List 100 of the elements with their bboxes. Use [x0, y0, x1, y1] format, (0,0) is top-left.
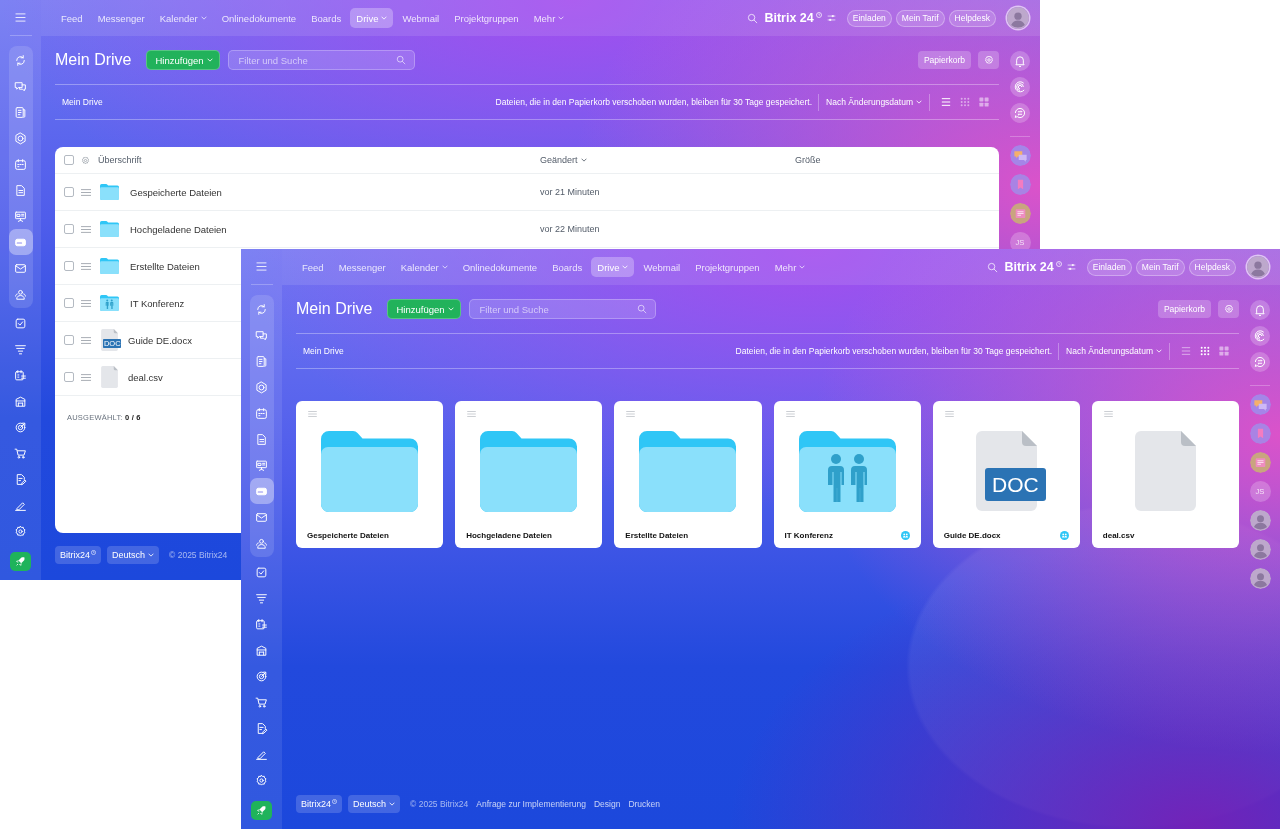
brand-button[interactable]: Bitrix24 [296, 795, 342, 813]
dots-grid-icon[interactable] [1200, 346, 1210, 356]
column-header[interactable]: Geändert [540, 155, 587, 165]
user-avatar-icon[interactable] [1247, 256, 1269, 278]
checkbox[interactable] [64, 261, 74, 271]
header-button[interactable]: Einladen [1086, 258, 1132, 276]
checkbox[interactable] [64, 372, 74, 382]
nav-tab[interactable]: Boards [546, 257, 589, 277]
file-card[interactable]: IT Konferenz [773, 401, 921, 548]
drag-handle-icon[interactable] [308, 411, 317, 417]
footer-link[interactable]: Drucken [628, 799, 661, 809]
breadcrumb[interactable]: Mein Drive [303, 346, 344, 356]
sliders-icon[interactable] [1066, 263, 1076, 271]
brand-button[interactable]: Bitrix24 [55, 546, 101, 564]
drag-handle-icon[interactable] [785, 411, 795, 417]
nav-tab[interactable]: Onlinedokumente [456, 257, 544, 277]
chat-bubbles-icon[interactable] [1249, 394, 1271, 415]
nav-tab[interactable]: Drive [350, 8, 394, 28]
user-avatar-icon[interactable] [1249, 539, 1271, 560]
search-icon[interactable] [987, 261, 999, 273]
nav-tab[interactable]: Feed [55, 8, 89, 28]
nav-tab[interactable]: Webmail [637, 257, 687, 277]
file-card[interactable]: deal.csv [1091, 401, 1239, 548]
sliders-icon[interactable] [826, 14, 836, 22]
list-view-icon[interactable] [1181, 346, 1191, 356]
header-button[interactable]: Mein Tarif [1135, 258, 1185, 276]
nav-tab[interactable]: Mehr [768, 257, 812, 277]
nav-tab[interactable]: Projektgruppen [448, 8, 525, 28]
header-button[interactable]: Einladen [846, 9, 892, 27]
file-card[interactable]: Erstellte Dateien [614, 401, 762, 548]
settings-button[interactable] [978, 51, 999, 69]
column-header[interactable]: Größe [795, 155, 821, 165]
file-card[interactable]: Gespeicherte Dateien [296, 401, 444, 548]
nav-tab[interactable]: Messenger [332, 257, 392, 277]
settings-icon[interactable] [81, 155, 90, 165]
sort-button[interactable]: Nach Änderungsdatum [1065, 346, 1163, 356]
bell-icon[interactable] [1250, 300, 1270, 320]
chat-bubbles-icon[interactable] [1009, 145, 1031, 166]
drag-handle-icon[interactable] [467, 411, 477, 417]
chat-sync-icon[interactable] [1250, 352, 1270, 372]
search-icon[interactable] [636, 304, 647, 314]
file-name[interactable]: Erstellte Dateien [130, 260, 200, 272]
nav-tab[interactable]: Kalender [153, 8, 213, 28]
menu-icon[interactable] [15, 13, 26, 22]
file-card[interactable]: Hochgeladene Dateien [455, 401, 603, 548]
drag-handle-icon[interactable] [626, 411, 636, 417]
column-header[interactable]: Überschrift [98, 155, 142, 165]
footer-link[interactable]: Design [593, 799, 621, 809]
file-name[interactable]: deal.csv [128, 371, 163, 383]
nav-tab[interactable]: Webmail [396, 8, 446, 28]
nav-tab[interactable]: Feed [296, 257, 330, 277]
dots-grid-icon[interactable] [960, 97, 970, 107]
trash-button[interactable]: Papierkorb [917, 51, 971, 69]
drag-handle-icon[interactable] [1103, 411, 1113, 417]
list-view-icon[interactable] [941, 97, 951, 107]
footer-link[interactable]: Anfrage zur Implementierung [476, 799, 586, 809]
drag-handle-icon[interactable] [81, 336, 91, 344]
checkbox[interactable] [64, 155, 74, 165]
checkbox[interactable] [64, 298, 74, 308]
nav-tab[interactable]: Onlinedokumente [215, 8, 303, 28]
chat-sync-icon[interactable] [1010, 103, 1030, 123]
checkbox[interactable] [64, 335, 74, 345]
user-avatar-icon[interactable] [1249, 568, 1271, 589]
drag-handle-icon[interactable] [81, 373, 91, 381]
file-card[interactable]: DOC Guide DE.docx [932, 401, 1080, 548]
file-name[interactable]: IT Konferenz [130, 297, 185, 309]
bell-icon[interactable] [1010, 51, 1030, 71]
sort-button[interactable]: Nach Änderungsdatum [825, 97, 923, 107]
spiral-icon[interactable] [1250, 326, 1270, 346]
drag-handle-icon[interactable] [81, 262, 91, 270]
settings-button[interactable] [1218, 300, 1239, 318]
add-button[interactable]: Hinzufügen [387, 299, 461, 319]
nav-tab[interactable]: Kalender [394, 257, 454, 277]
newspaper-icon[interactable] [1249, 452, 1271, 473]
file-name[interactable]: Hochgeladene Dateien [130, 223, 227, 235]
search-icon[interactable] [747, 12, 759, 24]
user-avatar-icon[interactable] [1007, 7, 1029, 29]
drag-handle-icon[interactable] [81, 188, 91, 196]
drag-handle-icon[interactable] [81, 225, 91, 233]
sidebar-item[interactable] [249, 478, 274, 504]
nav-tab[interactable]: Mehr [527, 8, 571, 28]
spiral-icon[interactable] [1010, 77, 1030, 97]
newspaper-icon[interactable] [1009, 203, 1031, 224]
tiles-grid-icon[interactable] [1219, 346, 1229, 356]
nav-tab[interactable]: Drive [591, 257, 635, 277]
checkbox[interactable] [64, 224, 74, 234]
drag-handle-icon[interactable] [944, 411, 954, 417]
tiles-grid-icon[interactable] [979, 97, 989, 107]
rocket-button[interactable] [251, 801, 272, 820]
header-button[interactable]: Helpdesk [948, 9, 996, 27]
user-avatar-icon[interactable] [1249, 510, 1271, 531]
file-name[interactable]: Gespeicherte Dateien [130, 186, 222, 198]
file-name[interactable]: Guide DE.docx [128, 334, 192, 346]
rocket-button[interactable] [10, 552, 31, 571]
menu-icon[interactable] [256, 262, 267, 271]
checkbox[interactable] [64, 187, 74, 197]
header-button[interactable]: Helpdesk [1188, 258, 1236, 276]
breadcrumb[interactable]: Mein Drive [62, 97, 103, 107]
language-button[interactable]: Deutsch [348, 795, 401, 813]
nav-tab[interactable]: Projektgruppen [689, 257, 766, 277]
